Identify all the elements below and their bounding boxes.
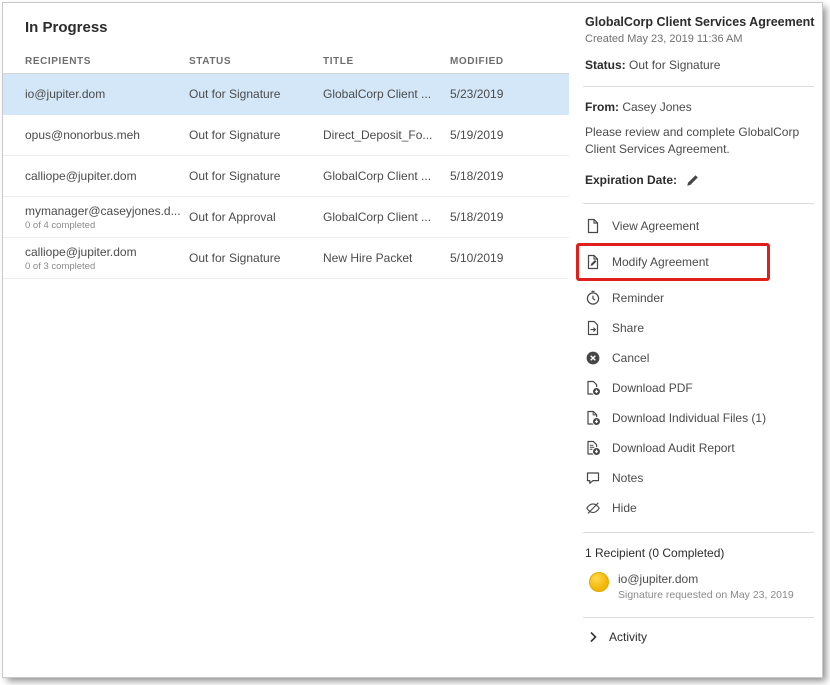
hide-eye-icon (585, 500, 601, 516)
row-recipient: mymanager@caseyjones.d... 0 of 4 complet… (25, 204, 189, 231)
action-label: Cancel (612, 351, 649, 365)
recipient-status: Signature requested on May 23, 2019 (618, 589, 794, 601)
recipient-avatar (589, 572, 609, 592)
modify-agreement-icon (585, 254, 601, 270)
action-modify-agreement[interactable]: Modify Agreement (585, 247, 761, 277)
row-modified: 5/18/2019 (450, 210, 569, 224)
notes-icon (585, 470, 601, 486)
recipient-item[interactable]: io@jupiter.dom Signature requested on Ma… (589, 572, 814, 601)
page-title: In Progress (25, 19, 569, 36)
row-title: GlobalCorp Client ... (323, 210, 450, 224)
action-view-agreement[interactable]: View Agreement (585, 211, 814, 241)
action-label: Download Individual Files (1) (612, 411, 766, 425)
divider (583, 532, 814, 533)
row-progress: 0 of 4 completed (25, 220, 181, 231)
agreements-list-panel: In Progress Recipients Status Title Modi… (3, 3, 569, 677)
action-label: Reminder (612, 291, 664, 305)
action-label: Share (612, 321, 644, 335)
action-label: View Agreement (612, 219, 699, 233)
from-line: From: Casey Jones (585, 100, 814, 114)
table-row[interactable]: calliope@jupiter.dom Out for Signature G… (3, 156, 569, 197)
action-cancel[interactable]: Cancel (585, 343, 814, 373)
status-value: Out for Signature (629, 58, 720, 72)
row-recipient: io@jupiter.dom (25, 87, 189, 101)
column-header-status[interactable]: Status (189, 56, 323, 67)
row-modified: 5/19/2019 (450, 128, 569, 142)
cancel-icon (585, 350, 601, 366)
row-progress: 0 of 3 completed (25, 261, 181, 272)
action-label: Download PDF (612, 381, 693, 395)
from-value: Casey Jones (622, 100, 691, 114)
row-title: Direct_Deposit_Fo... (323, 128, 450, 142)
activity-toggle[interactable]: Activity (585, 618, 814, 656)
reminder-icon (585, 290, 601, 306)
row-title: GlobalCorp Client ... (323, 169, 450, 183)
row-recipient: opus@nonorbus.meh (25, 128, 189, 142)
status-line: Status: Out for Signature (585, 58, 814, 72)
created-date: Created May 23, 2019 11:36 AM (585, 33, 814, 45)
agreement-detail-panel: GlobalCorp Client Services Agreement Cre… (569, 3, 823, 677)
activity-label: Activity (609, 630, 647, 644)
action-notes[interactable]: Notes (585, 463, 814, 493)
row-status: Out for Signature (189, 251, 323, 265)
row-modified: 5/18/2019 (450, 169, 569, 183)
recipient-email: io@jupiter.dom (618, 572, 794, 586)
download-pdf-icon (585, 380, 601, 396)
from-label: From: (585, 100, 619, 114)
table-row[interactable]: mymanager@caseyjones.d... 0 of 4 complet… (3, 197, 569, 238)
download-audit-report-icon (585, 440, 601, 456)
action-menu: View Agreement Modify Agreement Reminder (585, 204, 814, 532)
row-title: GlobalCorp Client ... (323, 87, 450, 101)
agreement-message: Please review and complete GlobalCorp Cl… (585, 124, 810, 159)
download-individual-files-icon (585, 410, 601, 426)
column-header-title[interactable]: Title (323, 56, 450, 67)
table-row[interactable]: calliope@jupiter.dom 0 of 3 completed Ou… (3, 238, 569, 279)
status-label: Status: (585, 58, 626, 72)
expiration-label: Expiration Date: (585, 173, 677, 187)
recipients-header: 1 Recipient (0 Completed) (585, 546, 814, 560)
action-download-individual-files[interactable]: Download Individual Files (1) (585, 403, 814, 433)
row-recipient: calliope@jupiter.dom 0 of 3 completed (25, 245, 189, 272)
table-row[interactable]: opus@nonorbus.meh Out for Signature Dire… (3, 115, 569, 156)
action-reminder[interactable]: Reminder (585, 283, 814, 313)
app-window: In Progress Recipients Status Title Modi… (2, 2, 823, 678)
expiration-line: Expiration Date: (585, 172, 814, 188)
table-row[interactable]: io@jupiter.dom Out for Signature GlobalC… (3, 74, 569, 115)
column-header-modified[interactable]: Modified (450, 56, 569, 67)
action-share[interactable]: Share (585, 313, 814, 343)
view-agreement-icon (585, 218, 601, 234)
action-download-pdf[interactable]: Download PDF (585, 373, 814, 403)
row-status: Out for Signature (189, 87, 323, 101)
action-download-audit-report[interactable]: Download Audit Report (585, 433, 814, 463)
column-header-recipients[interactable]: Recipients (25, 56, 189, 67)
row-status: Out for Approval (189, 210, 323, 224)
agreement-title: GlobalCorp Client Services Agreement (585, 15, 814, 29)
annotation-highlight-box: Modify Agreement (576, 243, 770, 281)
share-icon (585, 320, 601, 336)
action-hide[interactable]: Hide (585, 493, 814, 523)
action-label: Download Audit Report (612, 441, 735, 455)
divider (583, 86, 814, 87)
row-status: Out for Signature (189, 169, 323, 183)
chevron-right-icon (585, 629, 601, 645)
action-label: Hide (612, 501, 637, 515)
row-status: Out for Signature (189, 128, 323, 142)
row-modified: 5/10/2019 (450, 251, 569, 265)
row-modified: 5/23/2019 (450, 87, 569, 101)
edit-pencil-icon[interactable] (685, 172, 701, 188)
table-header: Recipients Status Title Modified (3, 50, 569, 74)
row-title: New Hire Packet (323, 251, 450, 265)
action-label: Notes (612, 471, 643, 485)
action-label: Modify Agreement (612, 255, 709, 269)
row-recipient: calliope@jupiter.dom (25, 169, 189, 183)
